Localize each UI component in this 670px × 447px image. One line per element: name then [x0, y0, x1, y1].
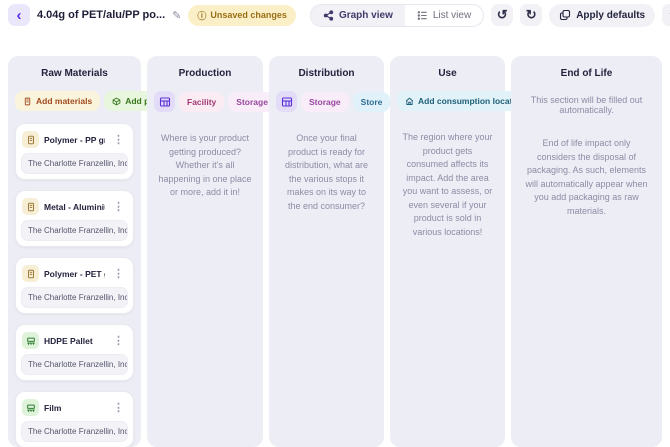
column-title: Use	[438, 68, 457, 79]
storage-label: Storage	[236, 96, 268, 107]
store-label: Store	[360, 96, 383, 107]
graph-view-label: Graph view	[338, 9, 393, 21]
back-chevron-icon: ‹	[16, 6, 22, 24]
card-title: Polymer - PET granulat...	[44, 268, 105, 279]
card-title: Metal - Aluminium ingot	[44, 201, 105, 212]
home-icon	[405, 97, 414, 105]
card-menu-button[interactable]: ⋮	[110, 267, 127, 280]
distribution-table-button[interactable]	[276, 91, 297, 112]
use-empty-text: The region where your product gets consu…	[402, 132, 493, 237]
unsaved-changes-badge: ⓘ Unsaved changes	[188, 4, 296, 26]
redo-button[interactable]: ↻	[520, 4, 543, 26]
column-production: Production Facility Storage Where is you…	[147, 56, 276, 447]
material-card[interactable]: Polymer - PP granulate... ⋮ The Charlott…	[15, 123, 134, 180]
pallet-icon	[22, 332, 39, 349]
supplier-chip[interactable]: The Charlotte Franzellin, Inc (...	[21, 421, 128, 442]
column-distribution: Distribution Storage Store ⋮ Once your f…	[269, 56, 408, 447]
facility-label: Facility	[187, 96, 217, 107]
distribution-actions: Storage Store ⋮	[276, 91, 408, 112]
raw-material-cards: Polymer - PP granulate... ⋮ The Charlott…	[15, 123, 134, 447]
tab-list-view[interactable]: List view	[405, 5, 483, 26]
column-end-of-life: End of Life This section will be filled …	[511, 56, 662, 447]
card-menu-button[interactable]: ⋮	[110, 401, 127, 414]
card-title: Polymer - PP granulate...	[44, 134, 105, 145]
packaging-card[interactable]: HDPE Pallet ⋮ The Charlotte Franzellin, …	[15, 324, 134, 381]
add-materials-label: Add materials	[36, 96, 93, 106]
end-of-life-note: This section will be filled out automati…	[530, 95, 643, 115]
pallet-icon	[22, 399, 39, 416]
material-icon	[24, 97, 31, 105]
material-card[interactable]: Metal - Aluminium ingot ⋮ The Charlotte …	[15, 190, 134, 247]
top-bar: ‹ 4.04g of PET/alu/PP po... ✎ ⓘ Unsaved …	[0, 0, 670, 30]
production-table-button[interactable]	[154, 91, 175, 112]
apply-defaults-label: Apply defaults	[576, 9, 646, 21]
graph-view-icon	[323, 9, 334, 21]
table-grid-icon	[159, 96, 170, 107]
lifecycle-board: Raw Materials Add materials Add packagin…	[0, 56, 670, 447]
column-title: End of Life	[560, 68, 613, 79]
back-button[interactable]: ‹	[8, 4, 30, 26]
card-menu-button[interactable]: ⋮	[110, 133, 127, 146]
card-title: HDPE Pallet	[44, 335, 93, 346]
undo-icon: ↺	[496, 7, 508, 22]
end-of-life-empty-text: End of life impact only considers the di…	[525, 138, 648, 216]
add-storage-button[interactable]: Storage	[301, 91, 349, 112]
use-actions: Add consumption location	[397, 91, 534, 111]
card-menu-button[interactable]: ⋮	[110, 200, 127, 213]
packaging-card[interactable]: Film ⋮ The Charlotte Franzellin, Inc (..…	[15, 391, 134, 447]
edit-pencil-icon[interactable]: ✎	[172, 9, 181, 22]
page-title: 4.04g of PET/alu/PP po...	[37, 9, 166, 21]
distribution-empty-text: Once your final product is ready for dis…	[284, 133, 369, 211]
apply-defaults-button[interactable]: Apply defaults	[549, 3, 656, 27]
undo-button[interactable]: ↺	[491, 4, 514, 26]
add-materials-button[interactable]: Add materials	[15, 91, 101, 111]
list-view-label: List view	[432, 9, 472, 21]
view-toggle: Graph view List view	[309, 3, 485, 27]
add-consumption-location-label: Add consumption location	[418, 96, 526, 106]
production-actions: Facility Storage	[154, 91, 276, 112]
supplier-chip[interactable]: The Charlotte Franzellin, Inc (...	[21, 354, 128, 375]
material-icon	[22, 198, 39, 215]
material-icon	[22, 265, 39, 282]
add-facility-button[interactable]: Facility	[179, 91, 225, 112]
package-icon	[112, 97, 121, 105]
supplier-chip[interactable]: The Charlotte Franzellin, Inc (E...	[21, 220, 128, 241]
info-icon: ⓘ	[197, 10, 207, 21]
material-card[interactable]: Polymer - PET granulat... ⋮ The Charlott…	[15, 257, 134, 314]
list-view-icon	[417, 10, 427, 20]
column-title: Production	[178, 68, 232, 79]
supplier-chip[interactable]: The Charlotte Franzellin, Inc (E...	[21, 287, 128, 308]
add-store-button[interactable]: Store	[352, 91, 391, 112]
redo-icon: ↻	[525, 7, 537, 22]
supplier-chip[interactable]: The Charlotte Franzellin, Inc (E...	[21, 153, 128, 174]
card-title: Film	[44, 402, 62, 413]
raw-materials-actions: Add materials Add packaging	[15, 91, 195, 111]
column-title: Distribution	[298, 68, 355, 79]
unsaved-changes-label: Unsaved changes	[210, 10, 287, 20]
storage-label: Storage	[309, 96, 341, 107]
column-title: Raw Materials	[41, 68, 108, 79]
column-use: Use Add consumption location The region …	[390, 56, 534, 447]
card-menu-button[interactable]: ⋮	[110, 334, 127, 347]
help-button[interactable]: ?	[662, 4, 670, 26]
tab-graph-view[interactable]: Graph view	[310, 4, 405, 26]
material-icon	[22, 131, 39, 148]
production-empty-text: Where is your product getting produced? …	[158, 133, 252, 197]
column-raw-materials: Raw Materials Add materials Add packagin…	[8, 56, 195, 447]
table-grid-icon	[281, 96, 292, 107]
apply-defaults-icon	[560, 9, 571, 21]
